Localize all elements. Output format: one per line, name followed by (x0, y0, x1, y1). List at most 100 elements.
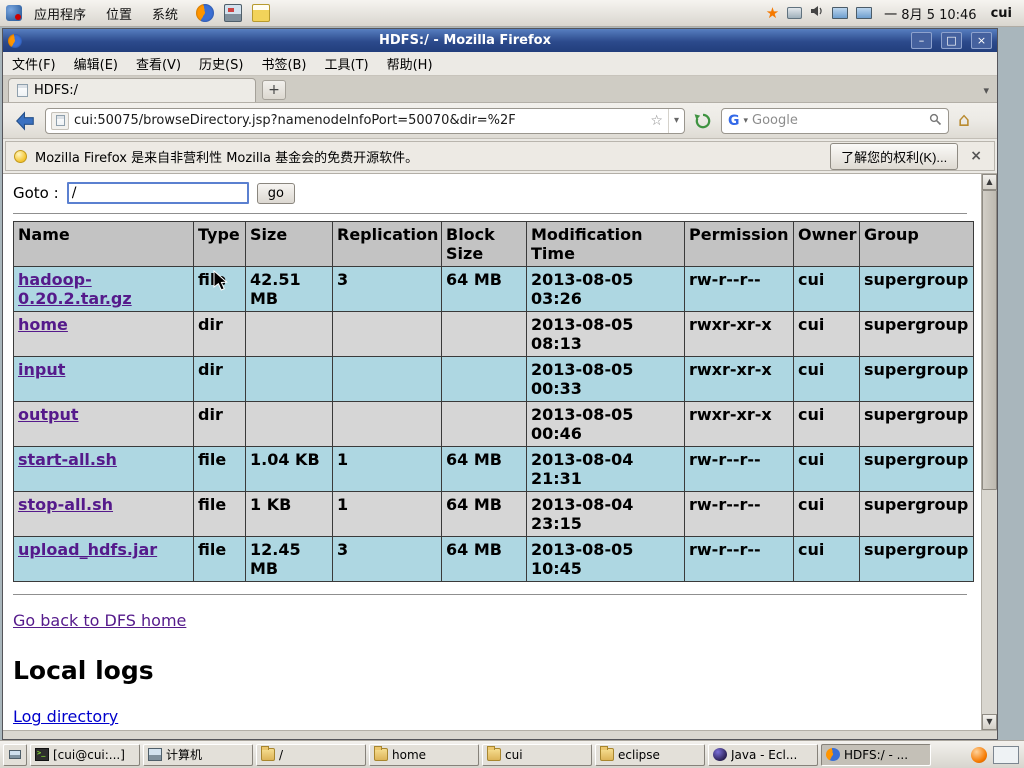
menu-view[interactable]: 查看(V) (127, 50, 190, 77)
taskbar-task-button[interactable]: [cui@cui:...] (30, 743, 140, 766)
menu-bookmarks[interactable]: 书签(B) (252, 50, 315, 77)
scrollbar-track[interactable] (982, 190, 997, 714)
task-label: home (392, 747, 427, 762)
file-link[interactable]: hadoop-0.20.2.tar.gz (18, 270, 132, 308)
home-button[interactable]: ⌂ (955, 111, 973, 130)
update-notifier-icon[interactable] (971, 746, 987, 763)
display-tray-icon[interactable] (832, 7, 849, 19)
file-link[interactable]: upload_hdfs.jar (18, 540, 157, 559)
taskbar-task-button[interactable]: 计算机 (143, 743, 253, 766)
notification-close-icon[interactable]: × (966, 148, 986, 164)
cell-group: supergroup (859, 491, 974, 537)
taskbar-task-button[interactable]: eclipse (595, 743, 705, 766)
dfs-home-link[interactable]: Go back to DFS home (13, 611, 186, 630)
scroll-down-icon[interactable]: ▼ (982, 714, 997, 730)
menu-help[interactable]: 帮助(H) (378, 50, 442, 77)
taskbar-task-button[interactable]: cui (482, 743, 592, 766)
cell-owner: cui (793, 491, 860, 537)
taskbar: [cui@cui:...] 计算机 / home cui eclipse Jav… (0, 740, 1024, 768)
cell-size: 1.04 KB (245, 446, 333, 492)
taskbar-task-button[interactable]: home (369, 743, 479, 766)
search-engine-dropdown-icon[interactable]: ▾ (744, 116, 749, 126)
places-menu[interactable]: 位置 (98, 1, 140, 26)
display2-tray-icon[interactable] (856, 7, 873, 19)
log-directory-link[interactable]: Log directory (13, 707, 118, 726)
go-button[interactable]: go (256, 182, 295, 204)
bookmark-star-icon[interactable]: ☆ (650, 113, 663, 129)
maximize-button[interactable]: □ (941, 32, 962, 49)
cell-group: supergroup (859, 446, 974, 492)
firefox-window-icon (8, 33, 22, 48)
applications-menu[interactable]: 应用程序 (26, 1, 94, 26)
file-link[interactable]: output (18, 405, 79, 424)
scroll-up-icon[interactable]: ▲ (982, 174, 997, 190)
taskbar-task-button[interactable]: / (256, 743, 366, 766)
computer-task-icon (148, 748, 162, 761)
cell-group: supergroup (859, 401, 974, 447)
back-button[interactable] (11, 107, 39, 135)
header-size: Size (245, 221, 333, 267)
url-history-dropdown-icon[interactable]: ▾ (667, 108, 679, 133)
cell-type: file (193, 491, 246, 537)
task-label: HDFS:/ - ... (844, 747, 909, 762)
text-editor-launcher-icon[interactable] (252, 4, 271, 22)
system-menu[interactable]: 系统 (144, 1, 186, 26)
cell-owner: cui (793, 446, 860, 492)
file-link[interactable]: stop-all.sh (18, 495, 113, 514)
close-button[interactable]: × (971, 32, 992, 49)
scrollbar-thumb[interactable] (982, 190, 997, 490)
taskbar-task-button[interactable]: HDFS:/ - ... (821, 743, 931, 766)
url-bar[interactable]: cui:50075/browseDirectory.jsp?namenodeIn… (45, 107, 685, 134)
menu-file[interactable]: 文件(F) (3, 50, 65, 77)
menu-history[interactable]: 历史(S) (190, 50, 252, 77)
task-label: 计算机 (166, 748, 203, 762)
cell-type: dir (193, 311, 246, 357)
menu-tools[interactable]: 工具(T) (316, 50, 378, 77)
panel-user[interactable]: cui (989, 6, 1018, 21)
site-identity-icon[interactable] (51, 111, 69, 130)
star-tray-icon[interactable]: ★ (766, 5, 779, 21)
cell-size: 12.45 MB (245, 536, 333, 582)
volume-tray-icon[interactable] (810, 4, 824, 22)
computer-launcher-icon[interactable] (224, 4, 243, 22)
cell-name: upload_hdfs.jar (13, 536, 194, 582)
task-label: Java - Ecl... (731, 747, 798, 762)
tab-hdfs[interactable]: HDFS:/ (8, 78, 256, 102)
search-bar[interactable]: G ▾ Google (721, 107, 949, 134)
cell-name: output (13, 401, 194, 447)
table-row: input dir 2013-08-05 00:33 rwxr-xr-x cui… (13, 356, 974, 402)
panel-clock[interactable]: 一 8月 5 10:46 (880, 4, 980, 23)
firefox-window: HDFS:/ - Mozilla Firefox – □ × 文件(F) 编辑(… (2, 28, 998, 740)
taskbar-task-button[interactable]: Java - Ecl... (708, 743, 818, 766)
search-magnifier-icon[interactable] (929, 111, 942, 130)
file-link[interactable]: input (18, 360, 65, 379)
browser-viewport: Goto : go Name Type Size Replication (3, 173, 997, 730)
menu-edit[interactable]: 编辑(E) (65, 50, 127, 77)
reload-button[interactable] (691, 109, 715, 133)
workspace-switcher[interactable] (993, 745, 1019, 764)
know-your-rights-button[interactable]: 了解您的权利(K)... (830, 142, 959, 170)
search-placeholder[interactable]: Google (752, 113, 925, 128)
new-tab-button[interactable]: + (262, 80, 286, 100)
cell-name: stop-all.sh (13, 491, 194, 537)
task-label: eclipse (618, 747, 660, 762)
device-tray-icon[interactable] (787, 7, 803, 19)
show-desktop-button[interactable] (3, 743, 27, 766)
cell-modification-time: 2013-08-05 00:46 (526, 401, 685, 447)
window-titlebar[interactable]: HDFS:/ - Mozilla Firefox – □ × (3, 29, 997, 52)
cell-group: supergroup (859, 536, 974, 582)
cell-name: start-all.sh (13, 446, 194, 492)
firefox-launcher-icon[interactable] (196, 4, 215, 22)
url-text[interactable]: cui:50075/browseDirectory.jsp?namenodeIn… (74, 113, 645, 128)
tabbar: HDFS:/ + ▾ (3, 76, 997, 103)
file-link[interactable]: home (18, 315, 68, 334)
back-arrow-icon (15, 110, 34, 131)
file-link[interactable]: start-all.sh (18, 450, 117, 469)
vertical-scrollbar[interactable]: ▲ ▼ (981, 174, 997, 730)
goto-input[interactable] (66, 182, 249, 204)
table-header-row: Name Type Size Replication Block Size Mo… (13, 221, 974, 267)
minimize-button[interactable]: – (911, 32, 932, 49)
cell-permission: rw-r--r-- (684, 446, 794, 492)
google-logo-icon[interactable]: G (728, 113, 740, 129)
tab-list-dropdown-icon[interactable]: ▾ (983, 84, 989, 97)
